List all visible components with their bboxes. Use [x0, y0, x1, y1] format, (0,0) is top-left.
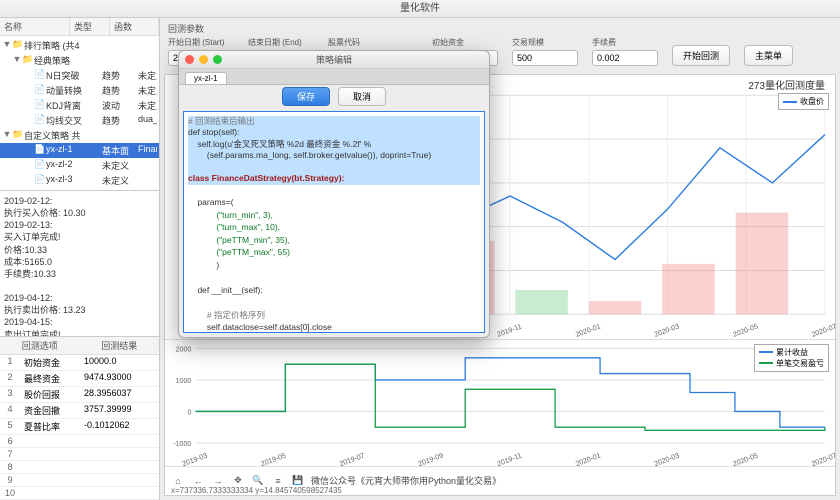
cancel-button[interactable]: 取消 [338, 87, 386, 106]
table-row: 1初始资金10000.0 [0, 355, 159, 371]
svg-text:2019-07: 2019-07 [338, 450, 366, 465]
main-menu-button[interactable]: 主菜单 [744, 45, 793, 66]
strategy-tree[interactable]: ▼📁排行策略 (共4个)▼📁经典策略📄N日突破趋势未定义📄动量转换趋势未定义📄K… [0, 36, 159, 190]
svg-text:2019-11: 2019-11 [496, 450, 523, 465]
result-table: 回测选项回测结果 1初始资金10000.02最终资金9474.930003股价回… [0, 336, 159, 500]
run-backtest-button[interactable]: 开始回测 [672, 45, 730, 66]
table-row: 4资金回撤3757.39999 [0, 403, 159, 419]
sub-chart[interactable]: 累计收益 单笔交易盈亏 2000 1000 0 -1000 2019-03 2019-05… [165, 340, 835, 466]
tree-header: 名称 类型 函数 [0, 18, 159, 36]
cursor-coords: x=737336.7333333334 y=14.845740598527435 [171, 486, 342, 495]
size-input[interactable] [512, 50, 578, 66]
window-titlebar: 量化软件 [0, 0, 840, 18]
legend-sub: 累计收益 单笔交易盈亏 [754, 344, 829, 372]
svg-text:1000: 1000 [176, 376, 192, 385]
table-row: 3股价回报28.3956037 [0, 387, 159, 403]
svg-text:2020-07: 2020-07 [810, 450, 835, 465]
table-row: 9 [0, 474, 159, 487]
svg-text:2000: 2000 [176, 344, 192, 353]
table-row: 7 [0, 448, 159, 461]
save-button[interactable]: 保存 [282, 87, 330, 106]
tree-row[interactable]: ▼📁自定义策略 共3个 [0, 128, 159, 143]
svg-text:2020-03: 2020-03 [653, 322, 680, 338]
modal-title: 策略编辑 [179, 53, 489, 66]
tree-row[interactable]: 📄yx-zl-2未定义 [0, 158, 159, 173]
tree-row[interactable]: ▼📁排行策略 (共4个) [0, 38, 159, 53]
svg-text:2020-01: 2020-01 [575, 322, 602, 338]
tree-row[interactable]: 📄N日突破趋势未定义 [0, 68, 159, 83]
svg-text:0: 0 [187, 407, 191, 416]
svg-text:2019-03: 2019-03 [181, 450, 209, 465]
fee-input[interactable] [592, 50, 658, 66]
tree-row[interactable]: 📄yx-zl-3未定义 [0, 173, 159, 188]
strategy-editor-modal: 策略编辑 yx-zl-1 保存 取消 # 回测结束后输出 def stop(se… [178, 50, 490, 338]
code-editor[interactable]: # 回测结束后输出 def stop(self): self.log(u'金叉死… [183, 111, 485, 333]
table-row: 6 [0, 435, 159, 448]
svg-text:2020-03: 2020-03 [653, 450, 681, 465]
tree-row[interactable]: 📄KDJ背离波动未定义 [0, 98, 159, 113]
legend-main: 收盘价 [778, 93, 829, 110]
tree-row[interactable]: 📄均线交叉趋势dua_ma_system [0, 113, 159, 128]
log-panel: 2019-02-12: 执行买入价格: 10.30 2019-02-13: 买入… [0, 190, 159, 336]
editor-tab[interactable]: yx-zl-1 [185, 72, 227, 84]
chart-title: 273量化回测度量 [748, 77, 825, 92]
svg-text:2019-11: 2019-11 [496, 323, 523, 339]
tree-row[interactable]: ▼📁经典策略 [0, 53, 159, 68]
table-row: 2最终资金9474.93000 [0, 371, 159, 387]
svg-text:2019-09: 2019-09 [417, 450, 445, 465]
sidebar: 名称 类型 函数 ▼📁排行策略 (共4个)▼📁经典策略📄N日突破趋势未定义📄动量… [0, 18, 160, 500]
tree-row[interactable]: 📄动量转换趋势未定义 [0, 83, 159, 98]
table-row: 5夏普比率-0.1012062 [0, 419, 159, 435]
svg-text:2020-05: 2020-05 [732, 322, 759, 338]
table-row: 8 [0, 461, 159, 474]
svg-text:2020-01: 2020-01 [574, 450, 602, 465]
svg-text:2020-05: 2020-05 [732, 450, 760, 465]
table-row: 10 [0, 487, 159, 500]
svg-text:2019-05: 2019-05 [260, 450, 288, 465]
modal-titlebar[interactable]: 策略编辑 [179, 51, 489, 69]
tree-row[interactable]: 📄yx-zl-1基本面FinanceDatStrate [0, 143, 159, 158]
svg-text:2020-07: 2020-07 [811, 322, 835, 338]
svg-text:-1000: -1000 [173, 439, 191, 448]
